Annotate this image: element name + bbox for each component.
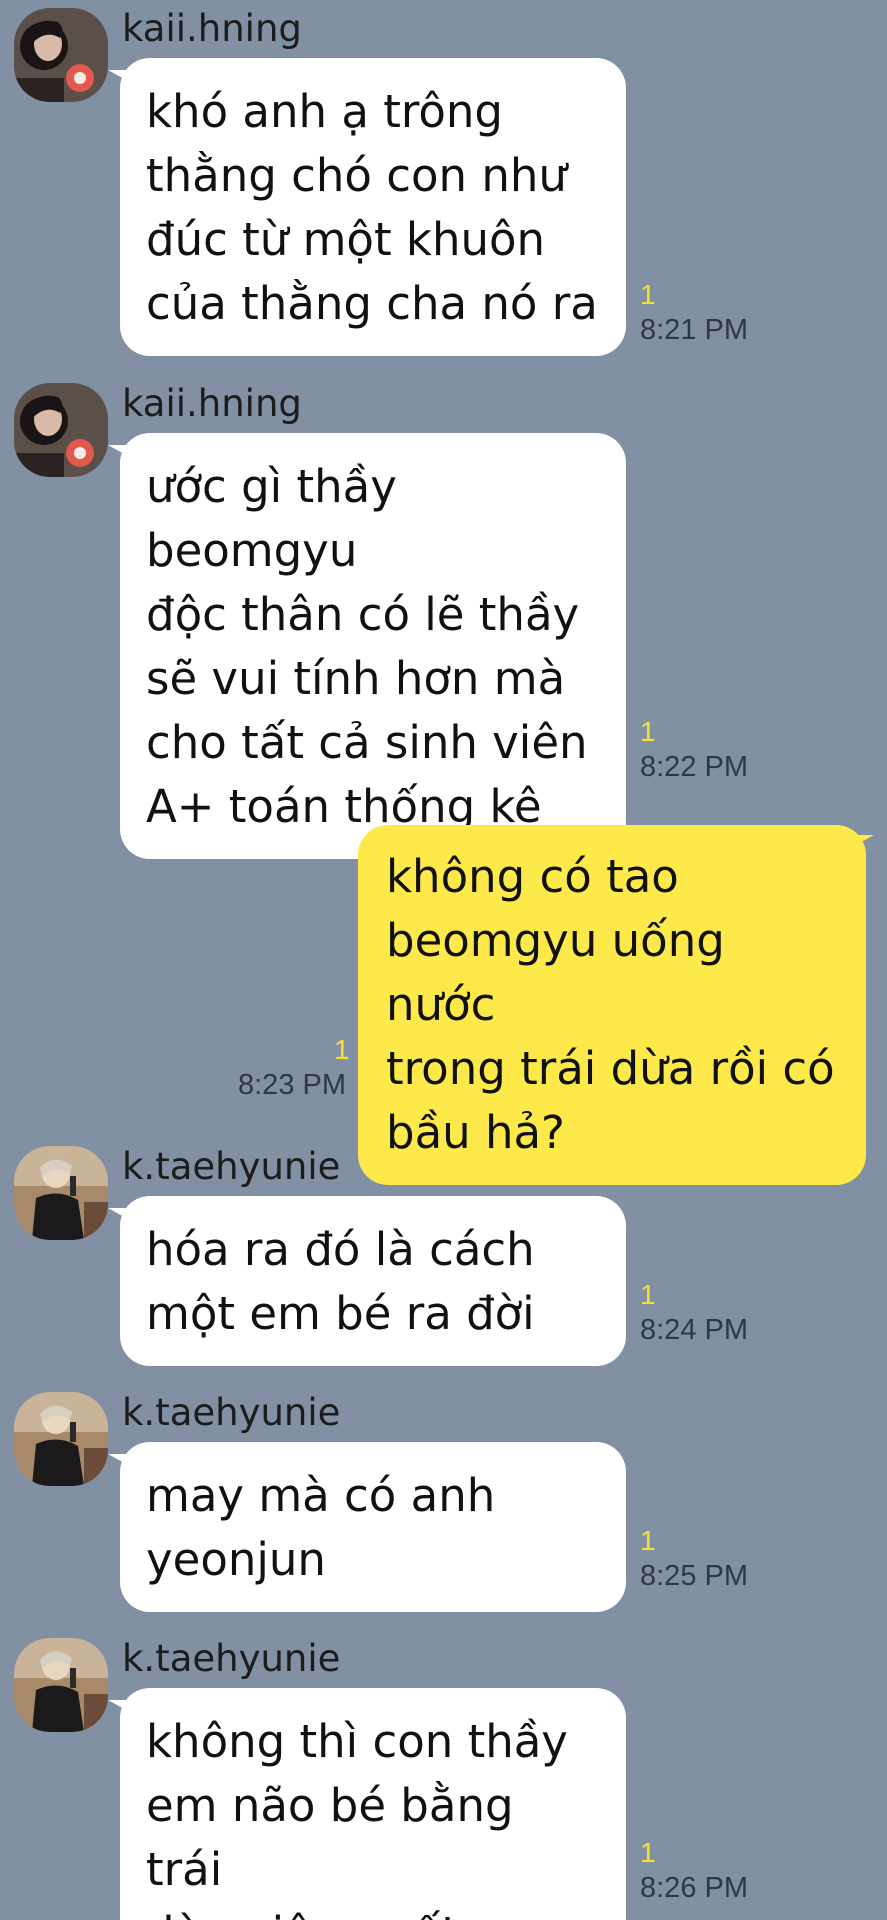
message-bubble[interactable]: không thì con thầy em não bé bằng trái d… bbox=[120, 1688, 626, 1920]
message-outgoing: không có tao beomgyu uống nước trong trá… bbox=[0, 825, 887, 1185]
avatar-image bbox=[14, 8, 108, 102]
read-count: 1 bbox=[640, 279, 656, 310]
chat-screen: kaii.hning khó anh ạ trông thằng chó con… bbox=[0, 0, 887, 1920]
message-incoming: k.taehyunie may mà có anh yeonjun 1 8:25… bbox=[0, 1384, 887, 1614]
message-meta: 1 8:22 PM bbox=[640, 715, 748, 785]
read-count: 1 bbox=[334, 1034, 350, 1065]
sender-name: k.taehyunie bbox=[122, 1391, 341, 1434]
message-incoming: kaii.hning khó anh ạ trông thằng chó con… bbox=[0, 0, 887, 360]
timestamp: 8:24 PM bbox=[640, 1314, 748, 1346]
avatar[interactable] bbox=[14, 383, 108, 477]
sender-name: kaii.hning bbox=[122, 7, 302, 50]
avatar-image bbox=[14, 383, 108, 477]
message-meta: 1 8:21 PM bbox=[640, 278, 748, 348]
message-meta: 1 8:23 PM bbox=[224, 1033, 350, 1103]
read-count: 1 bbox=[640, 1837, 656, 1868]
message-incoming: k.taehyunie không thì con thầy em não bé… bbox=[0, 1630, 887, 1920]
read-count: 1 bbox=[640, 1525, 656, 1556]
timestamp: 8:21 PM bbox=[640, 314, 748, 346]
message-bubble[interactable]: ước gì thầy beomgyu độc thân có lẽ thầy … bbox=[120, 433, 626, 859]
sender-name: k.taehyunie bbox=[122, 1145, 341, 1188]
message-meta: 1 8:26 PM bbox=[640, 1836, 748, 1906]
avatar[interactable] bbox=[14, 1146, 108, 1240]
timestamp: 8:22 PM bbox=[640, 751, 748, 783]
avatar[interactable] bbox=[14, 1638, 108, 1732]
avatar-image bbox=[14, 1638, 108, 1732]
message-incoming: kaii.hning ước gì thầy beomgyu độc thân … bbox=[0, 375, 887, 859]
sender-name: k.taehyunie bbox=[122, 1637, 341, 1680]
timestamp: 8:25 PM bbox=[640, 1560, 748, 1592]
timestamp: 8:23 PM bbox=[238, 1069, 346, 1101]
avatar-image bbox=[14, 1146, 108, 1240]
message-bubble[interactable]: hóa ra đó là cách một em bé ra đời bbox=[120, 1196, 626, 1366]
message-meta: 1 8:25 PM bbox=[640, 1524, 748, 1594]
avatar[interactable] bbox=[14, 8, 108, 102]
message-bubble[interactable]: may mà có anh yeonjun bbox=[120, 1442, 626, 1612]
read-count: 1 bbox=[640, 716, 656, 747]
sender-name: kaii.hning bbox=[122, 382, 302, 425]
message-bubble[interactable]: không có tao beomgyu uống nước trong trá… bbox=[358, 825, 866, 1185]
avatar-image bbox=[14, 1392, 108, 1486]
bubble-tail bbox=[856, 835, 874, 845]
read-count: 1 bbox=[640, 1279, 656, 1310]
message-bubble[interactable]: khó anh ạ trông thằng chó con như đúc từ… bbox=[120, 58, 626, 356]
timestamp: 8:26 PM bbox=[640, 1872, 748, 1904]
avatar[interactable] bbox=[14, 1392, 108, 1486]
message-meta: 1 8:24 PM bbox=[640, 1278, 748, 1348]
message-incoming: k.taehyunie hóa ra đó là cách một em bé … bbox=[0, 1138, 887, 1368]
